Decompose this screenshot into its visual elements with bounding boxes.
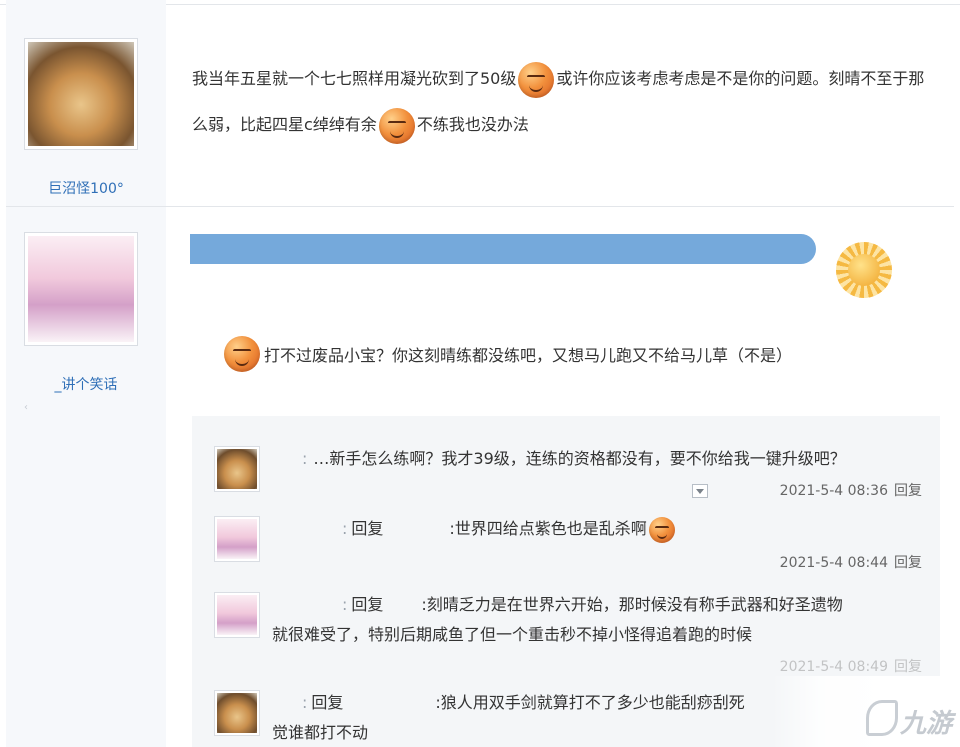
- angry-face-emoji-icon: [518, 61, 555, 98]
- reply-body: …新手怎么练啊？我才39级，连练的资格都没有，要不你给我一键升级吧？: [313, 449, 846, 468]
- watermark-text: 九游: [900, 709, 953, 739]
- avatar-image: [217, 519, 257, 559]
- post-content: 我当年五星就一个七七照样用凝光砍到了50级 或许你应该考虑考虑是不是你的问题。刻晴…: [192, 56, 932, 149]
- reply-avatar[interactable]: [214, 592, 260, 638]
- reply-button[interactable]: 回复: [894, 659, 922, 675]
- avatar[interactable]: [24, 38, 138, 150]
- reply-text-continued: 觉谁都打不动: [272, 723, 369, 742]
- post-content: 打不过废品小宝？你这刻晴练都没练吧，又想马儿跑又不给马儿草（不是）: [222, 336, 792, 372]
- reply-time: 2021-5-4 08:49: [779, 659, 888, 675]
- angry-face-emoji-icon: [378, 107, 415, 144]
- reply-time: 2021-5-4 08:36: [779, 483, 888, 499]
- sidebar-marker: ‹: [24, 402, 28, 413]
- reply-meta: 2021-5-4 08:49 回复: [780, 656, 922, 676]
- reply-prefix: :: [302, 693, 308, 712]
- reply-prefix: :: [302, 449, 308, 468]
- reply-text-continued: 就很难受了，特别后期咸鱼了但一个重击秒不掉小怪得追着跑的时候: [272, 625, 753, 644]
- reply-word: 回复: [351, 595, 384, 614]
- reply-avatar[interactable]: [214, 446, 260, 492]
- reply-prefix: :: [342, 519, 348, 538]
- reply-body: :刻晴乏力是在世界六开始，那时候没有称手武器和好圣遗物: [421, 595, 843, 614]
- reply-button[interactable]: 回复: [894, 483, 922, 499]
- username-link[interactable]: _讲个笑话: [6, 374, 166, 394]
- avatar-image: [217, 449, 257, 489]
- post-divider: [6, 206, 954, 207]
- avatar-image: [28, 236, 134, 342]
- post-text-segment: 不练我也没办法: [416, 115, 529, 135]
- angry-face-emoji-icon: [224, 336, 260, 372]
- username-link[interactable]: 巨沼怪100°: [6, 178, 166, 198]
- reply-text: : 回复 :狼人用双手剑就算打不了多少也能刮痧刮死: [302, 688, 745, 718]
- avatar-image: [28, 42, 134, 146]
- reply-avatar[interactable]: [214, 516, 260, 562]
- sun-emoji-icon: [836, 242, 892, 298]
- avatar-image: [217, 595, 257, 635]
- reply-body: :狼人用双手剑就算打不了多少也能刮痧刮死: [435, 693, 745, 712]
- reply-body: :世界四给点紫色也是乱杀啊: [449, 519, 647, 538]
- post-text-segment: 我当年五星就一个七七照样用凝光砍到了50级: [192, 69, 517, 88]
- avatar-image: [217, 693, 257, 733]
- angry-face-emoji-icon: [648, 516, 675, 543]
- reply-word: 回复: [311, 693, 344, 712]
- reply-text: : …新手怎么练啊？我才39级，连练的资格都没有，要不你给我一键升级吧？: [302, 444, 846, 474]
- reply-word: 回复: [351, 519, 384, 538]
- reply-avatar[interactable]: [214, 690, 260, 736]
- reply-text: : 回复 :世界四给点紫色也是乱杀啊: [342, 514, 677, 544]
- watermark-logo-icon: [866, 700, 898, 736]
- reply-meta: 2021-5-4 08:44 回复: [780, 552, 922, 572]
- banner-bar: [190, 234, 816, 264]
- avatar[interactable]: [24, 232, 138, 346]
- reply-button[interactable]: 回复: [894, 555, 922, 571]
- more-dropdown-icon[interactable]: [692, 484, 708, 498]
- reply-text: : 回复 :刻晴乏力是在世界六开始，那时候没有称手武器和好圣遗物: [342, 590, 843, 620]
- reply-prefix: :: [342, 595, 348, 614]
- post-text: 打不过废品小宝？你这刻晴练都没练吧，又想马儿跑又不给马儿草（不是）: [264, 346, 793, 365]
- reply-meta: 2021-5-4 08:36 回复: [780, 480, 922, 500]
- reply-time: 2021-5-4 08:44: [779, 555, 888, 571]
